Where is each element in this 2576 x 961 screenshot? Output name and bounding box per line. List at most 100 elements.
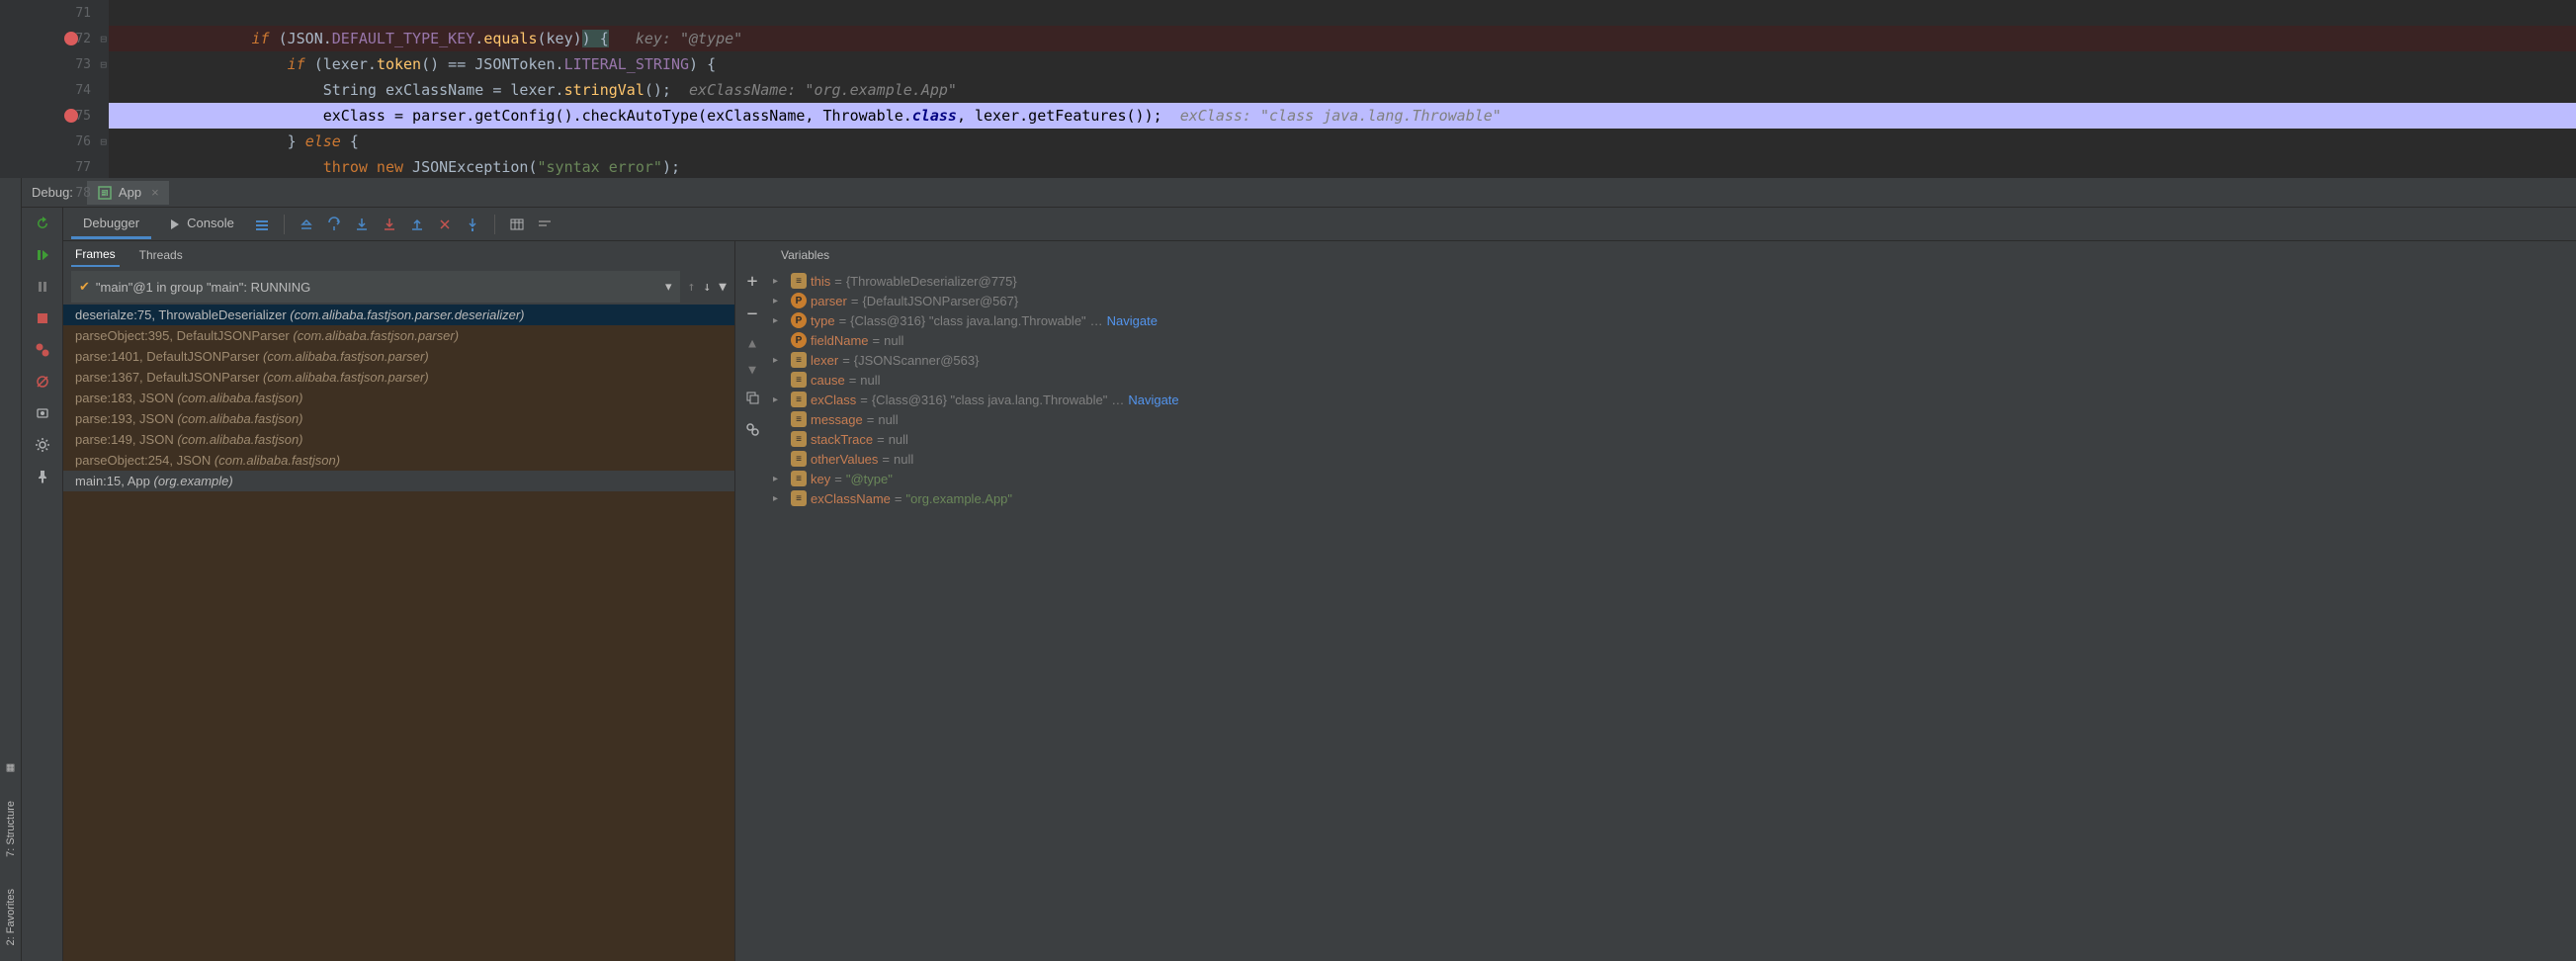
breakpoint-icon[interactable] bbox=[64, 32, 78, 45]
frames-list[interactable]: deserialze:75, ThrowableDeserializer (co… bbox=[63, 305, 734, 961]
settings-button[interactable] bbox=[33, 435, 52, 455]
resume-button[interactable] bbox=[33, 245, 52, 265]
variable-row[interactable]: ▸≡this = {ThrowableDeserializer@775} bbox=[769, 271, 2576, 291]
view-breakpoints-button[interactable] bbox=[33, 340, 52, 360]
navigate-link[interactable]: Navigate bbox=[1107, 313, 1158, 328]
gutter-line[interactable]: 77 bbox=[0, 154, 109, 180]
next-frame-button[interactable]: ↓ bbox=[703, 280, 711, 295]
run-to-cursor-button[interactable] bbox=[461, 213, 484, 236]
pause-button[interactable] bbox=[33, 277, 52, 297]
variable-row[interactable]: ▸≡lexer = {JSONScanner@563} bbox=[769, 350, 2576, 370]
gutter-line[interactable]: 73⊟ bbox=[0, 51, 109, 77]
breakpoint-icon[interactable] bbox=[64, 109, 78, 123]
navigate-link[interactable]: Navigate bbox=[1128, 393, 1178, 407]
close-icon[interactable]: × bbox=[151, 185, 159, 200]
code-line[interactable]: } else { bbox=[109, 129, 2576, 154]
frames-tab[interactable]: Frames bbox=[71, 243, 120, 267]
stack-frame[interactable]: parse:1367, DefaultJSONParser (com.aliba… bbox=[63, 367, 734, 388]
down-button[interactable]: ▼ bbox=[748, 363, 756, 378]
show-execution-point-button[interactable] bbox=[295, 213, 318, 236]
fold-icon[interactable]: ⊟ bbox=[100, 58, 107, 71]
code-content[interactable]: if (JSON.DEFAULT_TYPE_KEY.equals(key)) {… bbox=[109, 0, 2576, 178]
variable-row[interactable]: ▸≡key = "@type" bbox=[769, 469, 2576, 488]
up-button[interactable]: ▲ bbox=[748, 336, 756, 351]
variable-row[interactable]: ▸≡exClass = {Class@316} "class java.lang… bbox=[769, 390, 2576, 409]
dropdown-icon[interactable]: ▾ bbox=[665, 279, 672, 295]
code-line[interactable]: if (JSON.DEFAULT_TYPE_KEY.equals(key)) {… bbox=[109, 26, 2576, 51]
step-over-button[interactable] bbox=[322, 213, 346, 236]
show-watches-button[interactable] bbox=[744, 421, 760, 441]
rerun-button[interactable] bbox=[33, 214, 52, 233]
new-watch-button[interactable]: + bbox=[747, 271, 758, 292]
force-step-into-button[interactable] bbox=[378, 213, 401, 236]
variable-row[interactable]: ▸Ptype = {Class@316} "class java.lang.Th… bbox=[769, 310, 2576, 330]
variable-row[interactable]: PfieldName = null bbox=[769, 330, 2576, 350]
stack-frame[interactable]: main:15, App (org.example) bbox=[63, 471, 734, 491]
stack-frame[interactable]: parse:1401, DefaultJSONParser (com.aliba… bbox=[63, 346, 734, 367]
var-kind-icon: ≡ bbox=[791, 451, 807, 467]
variable-row[interactable]: ▸Pparser = {DefaultJSONParser@567} bbox=[769, 291, 2576, 310]
favorites-tool-button[interactable]: 2: Favorites bbox=[5, 883, 17, 951]
stack-frame[interactable]: parseObject:395, DefaultJSONParser (com.… bbox=[63, 325, 734, 346]
layout-icon[interactable]: ▦ bbox=[7, 760, 15, 775]
debug-action-bar bbox=[22, 208, 63, 961]
var-name: type bbox=[811, 313, 835, 328]
filter-button[interactable]: ▼ bbox=[719, 280, 727, 295]
variable-row[interactable]: ▸≡exClassName = "org.example.App" bbox=[769, 488, 2576, 508]
expand-icon[interactable]: ▸ bbox=[773, 355, 787, 366]
stop-button[interactable] bbox=[33, 308, 52, 328]
var-kind-icon: ≡ bbox=[791, 431, 807, 447]
pin-button[interactable] bbox=[33, 467, 52, 486]
expand-icon[interactable]: ▸ bbox=[773, 493, 787, 504]
gutter-line[interactable]: 74 bbox=[0, 77, 109, 103]
stack-frame[interactable]: parse:183, JSON (com.alibaba.fastjson) bbox=[63, 388, 734, 408]
code-editor[interactable]: 71 72⊟ 73⊟ 74 75 76⊟ 77 78⊟ if (JSON.DEF… bbox=[0, 0, 2576, 178]
duplicate-watch-button[interactable] bbox=[744, 390, 760, 409]
stack-frame[interactable]: deserialze:75, ThrowableDeserializer (co… bbox=[63, 305, 734, 325]
prev-frame-button[interactable]: ↑ bbox=[688, 280, 696, 295]
code-line[interactable] bbox=[109, 0, 2576, 26]
gutter-line[interactable]: 76⊟ bbox=[0, 129, 109, 154]
gutter-line[interactable]: 78⊟ bbox=[0, 180, 109, 206]
variables-list[interactable]: ▸≡this = {ThrowableDeserializer@775}▸Ppa… bbox=[769, 269, 2576, 961]
var-name: otherValues bbox=[811, 452, 878, 467]
gutter-line[interactable]: 72⊟ bbox=[0, 26, 109, 51]
structure-tool-button[interactable]: 7: Structure bbox=[5, 795, 17, 863]
expand-icon[interactable]: ▸ bbox=[773, 276, 787, 287]
code-line[interactable]: if (lexer.token() == JSONToken.LITERAL_S… bbox=[109, 51, 2576, 77]
expand-icon[interactable]: ▸ bbox=[773, 394, 787, 405]
variable-row[interactable]: ≡cause = null bbox=[769, 370, 2576, 390]
mute-breakpoints-button[interactable] bbox=[33, 372, 52, 392]
expand-icon[interactable]: ▸ bbox=[773, 296, 787, 306]
variable-row[interactable]: ≡message = null bbox=[769, 409, 2576, 429]
remove-watch-button[interactable]: − bbox=[747, 304, 758, 324]
code-line[interactable]: throw new JSONException("syntax error"); bbox=[109, 154, 2576, 178]
expand-icon[interactable]: ▸ bbox=[773, 315, 787, 326]
step-into-button[interactable] bbox=[350, 213, 374, 236]
gutter-line[interactable]: 71 bbox=[0, 0, 109, 26]
variable-row[interactable]: ≡stackTrace = null bbox=[769, 429, 2576, 449]
var-kind-icon: P bbox=[791, 332, 807, 348]
thread-selector[interactable]: ✔ "main"@1 in group "main": RUNNING ▾ bbox=[71, 271, 680, 303]
stack-frame[interactable]: parse:149, JSON (com.alibaba.fastjson) bbox=[63, 429, 734, 450]
code-line-current[interactable]: exClass = parser.getConfig().checkAutoTy… bbox=[109, 103, 2576, 129]
fold-icon[interactable]: ⊟ bbox=[100, 33, 107, 45]
fold-icon[interactable]: ⊟ bbox=[100, 135, 107, 148]
drop-frame-button[interactable] bbox=[433, 213, 457, 236]
console-tab[interactable]: Console bbox=[155, 210, 246, 238]
variable-row[interactable]: ≡otherValues = null bbox=[769, 449, 2576, 469]
threads-tab[interactable]: Threads bbox=[135, 244, 187, 266]
debug-tool-window: ▦ 7: Structure 2: Favorites Debug: App × bbox=[0, 178, 2576, 961]
stack-frame[interactable]: parseObject:254, JSON (com.alibaba.fastj… bbox=[63, 450, 734, 471]
stack-frame[interactable]: parse:193, JSON (com.alibaba.fastjson) bbox=[63, 408, 734, 429]
evaluate-expression-button[interactable] bbox=[505, 213, 529, 236]
step-out-button[interactable] bbox=[405, 213, 429, 236]
more-tabs-button[interactable] bbox=[250, 213, 274, 236]
code-line[interactable]: String exClassName = lexer.stringVal(); … bbox=[109, 77, 2576, 103]
fold-icon[interactable]: ⊟ bbox=[100, 187, 107, 200]
debugger-tab[interactable]: Debugger bbox=[71, 210, 151, 239]
gutter-line[interactable]: 75 bbox=[0, 103, 109, 129]
expand-icon[interactable]: ▸ bbox=[773, 474, 787, 484]
get-thread-dump-button[interactable] bbox=[33, 403, 52, 423]
trace-current-stream-button[interactable] bbox=[533, 213, 557, 236]
